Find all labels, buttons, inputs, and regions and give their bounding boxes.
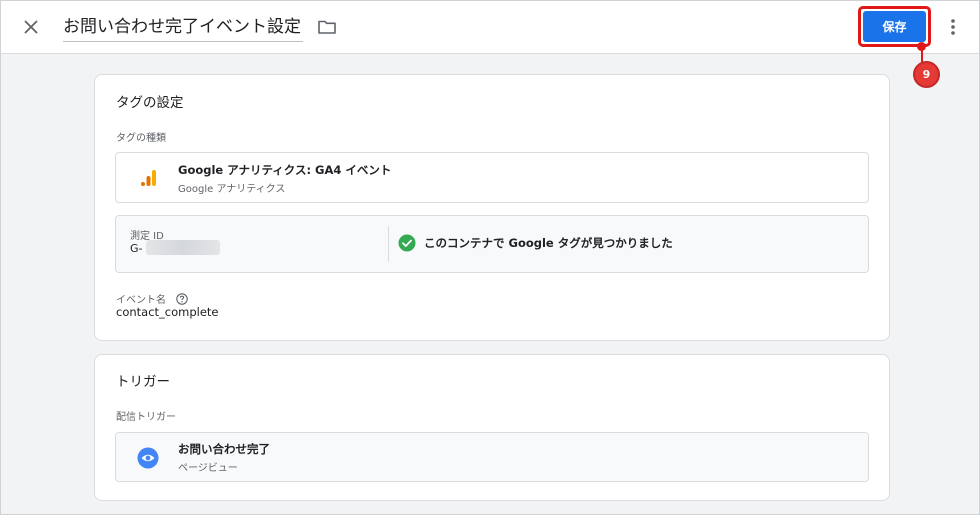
measurement-id-value[interactable]: G- (130, 242, 143, 255)
folder-icon[interactable] (317, 17, 337, 37)
trigger-card: トリガー 配信トリガー お問い合わせ完了 ページビュー (94, 354, 890, 501)
help-icon[interactable] (176, 290, 188, 305)
tag-type-name: Google アナリティクス: GA4 イベント (178, 163, 392, 177)
tag-config-title: タグの設定 (116, 95, 184, 111)
tag-type-selector[interactable]: Google アナリティクス: GA4 イベント Google アナリティクス (115, 152, 869, 203)
close-icon[interactable] (19, 15, 43, 39)
tag-found-message: このコンテナで Google タグが見つかりました (424, 236, 673, 250)
event-name-value[interactable]: contact_complete (116, 305, 219, 319)
editor-header: お問い合わせ完了イベント設定 保存 (1, 1, 979, 54)
callout-anchor-dot (917, 42, 926, 51)
measurement-id-box: 測定 ID G- このコンテナで Google タグが見つかりました (115, 215, 869, 273)
more-vert-icon[interactable] (944, 16, 962, 38)
vertical-divider (388, 226, 389, 262)
tag-config-card: タグの設定 タグの種類 Google アナリティクス: GA4 イベント Goo… (94, 74, 890, 341)
trigger-name: お問い合わせ完了 (178, 442, 270, 456)
measurement-id-redacted (146, 240, 220, 255)
trigger-item[interactable]: お問い合わせ完了 ページビュー (115, 432, 869, 482)
step-callout: 9 (913, 61, 940, 88)
trigger-type: ページビュー (178, 463, 238, 474)
tag-name-input[interactable]: お問い合わせ完了イベント設定 (63, 14, 303, 42)
eye-icon (137, 447, 159, 469)
analytics-icon (138, 167, 160, 189)
firing-trigger-label: 配信トリガー (116, 412, 176, 423)
trigger-title: トリガー (116, 374, 170, 390)
tag-type-label: タグの種類 (116, 133, 166, 144)
check-circle-icon (398, 234, 416, 252)
event-name-label: イベント名 (116, 295, 166, 306)
tag-type-sub: Google アナリティクス (178, 184, 286, 195)
save-button[interactable]: 保存 (863, 11, 926, 42)
tag-editor-window: お問い合わせ完了イベント設定 保存 9 タグの設定 タグの種類 Google ア… (0, 0, 980, 515)
